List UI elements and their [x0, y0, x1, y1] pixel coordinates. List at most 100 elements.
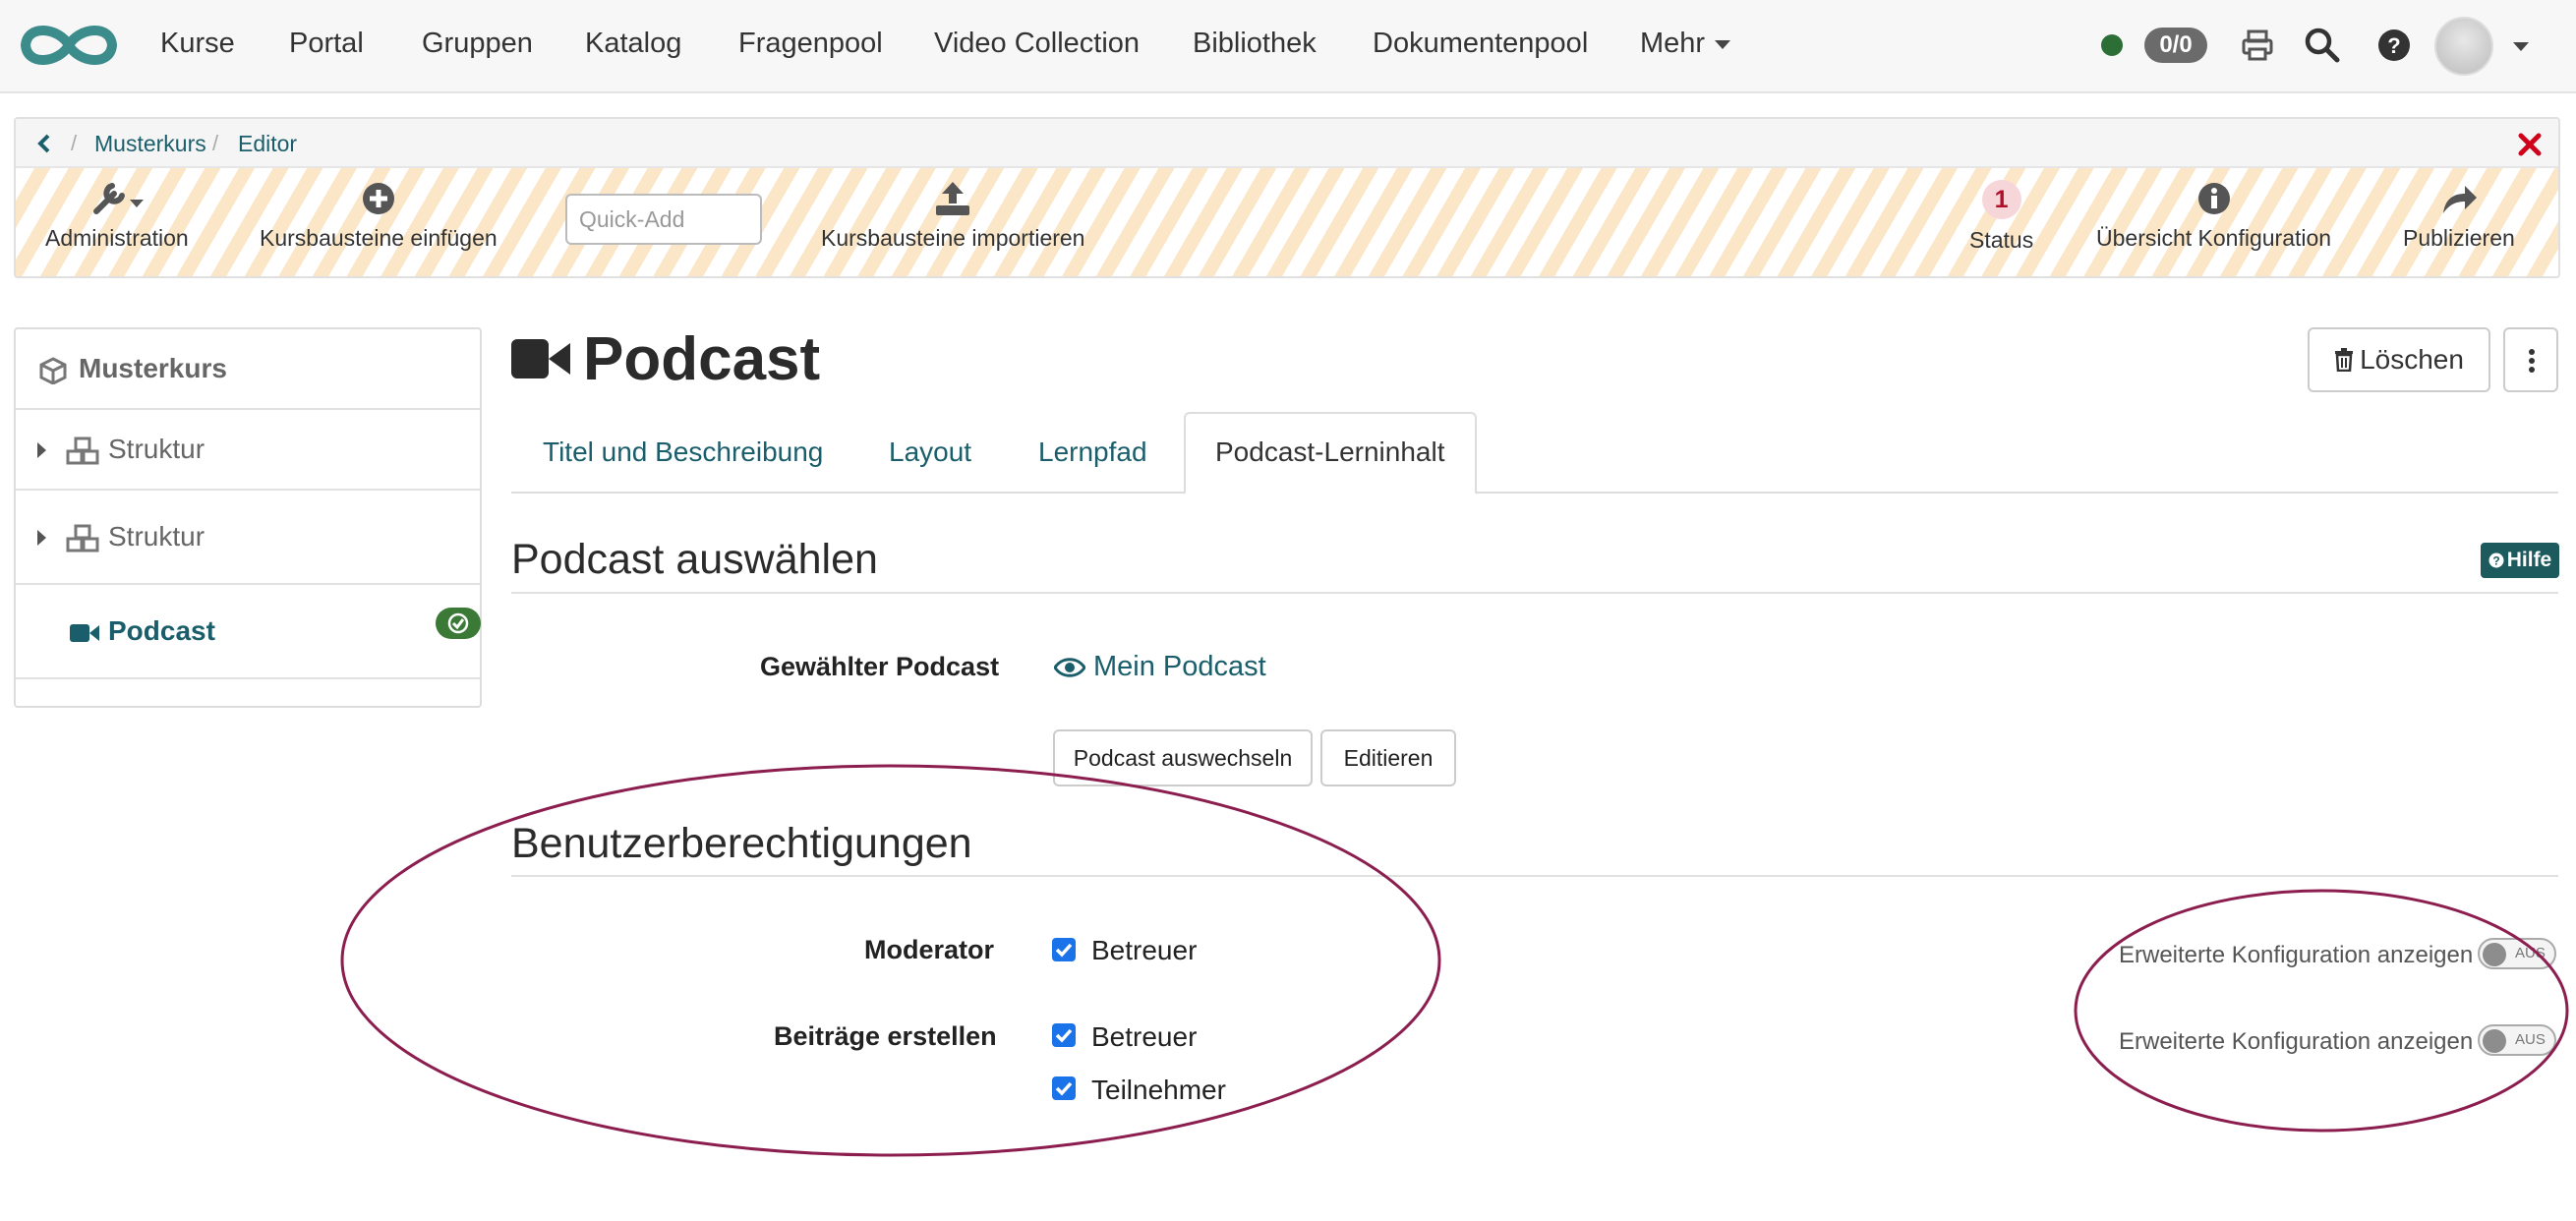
toggle-knob	[2483, 943, 2506, 966]
search-icon[interactable]	[2304, 26, 2341, 65]
toggle-knob	[2483, 1029, 2506, 1053]
status-button[interactable]: 1 Status	[1969, 180, 2033, 254]
insert-course-elements-label: Kursbausteine einfügen	[260, 225, 498, 251]
quick-add-input[interactable]	[565, 194, 762, 245]
chevron-left-icon[interactable]	[33, 133, 55, 154]
checkmark-icon	[1055, 1028, 1073, 1043]
edit-podcast-button[interactable]: Editieren	[1320, 729, 1456, 786]
import-course-elements-button[interactable]: Kursbausteine importieren	[821, 180, 1084, 252]
create-betreuer-label: Betreuer	[1091, 1021, 1198, 1052]
status-label: Status	[1969, 227, 2034, 253]
nav-item-dokumentenpool[interactable]: Dokumentenpool	[1373, 28, 1588, 60]
tab-title-description[interactable]: Titel und Beschreibung	[543, 436, 823, 468]
tab-podcast-content[interactable]: Podcast-Lerninhalt	[1215, 436, 1444, 468]
checkmark-icon	[1055, 1081, 1073, 1096]
cube-icon	[39, 357, 67, 384]
create-teilnehmer-checkbox[interactable]	[1052, 1076, 1076, 1100]
video-camera-icon	[70, 624, 99, 642]
nav-item-gruppen[interactable]: Gruppen	[422, 28, 533, 60]
nav-item-katalog[interactable]: Katalog	[585, 28, 681, 60]
chevron-down-icon	[1715, 39, 1731, 49]
tree-item-struktur[interactable]: Struktur	[16, 491, 480, 585]
status-count-badge: 1	[1981, 180, 2021, 219]
publish-button[interactable]: Publizieren	[2403, 180, 2515, 252]
tree-item-podcast[interactable]: Podcast	[16, 585, 480, 679]
moderator-label: Moderator	[864, 935, 995, 964]
selected-podcast-label: Gewählter Podcast	[760, 652, 1000, 681]
delete-button[interactable]: Löschen	[2308, 327, 2490, 392]
online-status-icon[interactable]	[2101, 34, 2123, 56]
breadcrumb-separator: /	[212, 131, 219, 155]
nav-item-bibliothek[interactable]: Bibliothek	[1193, 28, 1317, 60]
nav-item-mehr-label: Mehr	[1640, 28, 1706, 59]
insert-course-elements-button[interactable]: Kursbausteine einfügen	[260, 180, 498, 252]
chevron-right-icon[interactable]	[37, 442, 46, 458]
share-arrow-icon	[2442, 186, 2477, 213]
course-editor-bar: / Musterkurs / Editor Administration Kur…	[14, 117, 2560, 278]
nav-item-fragenpool[interactable]: Fragenpool	[738, 28, 883, 60]
close-icon[interactable]	[2517, 132, 2543, 157]
advanced-config-label: Erweiterte Konfiguration anzeigen	[2119, 942, 2474, 968]
chevron-down-icon[interactable]	[2513, 42, 2529, 51]
administration-label: Administration	[45, 225, 189, 251]
upload-icon	[936, 182, 970, 215]
administration-button[interactable]: Administration	[45, 180, 189, 252]
svg-text:?: ?	[2492, 554, 2499, 568]
cubes-icon	[66, 436, 99, 465]
delete-label: Löschen	[2360, 344, 2464, 375]
breadcrumb-editor[interactable]: Editor	[238, 131, 297, 157]
tree-root-musterkurs[interactable]: Musterkurs	[16, 329, 480, 410]
advanced-config-label: Erweiterte Konfiguration anzeigen	[2119, 1028, 2474, 1055]
help-icon: ?	[2488, 552, 2504, 568]
tree-item-label: Struktur	[108, 434, 205, 464]
tabs-divider	[511, 492, 2558, 494]
course-tree: Musterkurs Struktur Struktur Podcast	[14, 327, 482, 708]
change-podcast-button[interactable]: Podcast auswechseln	[1053, 729, 1313, 786]
moderator-betreuer-checkbox[interactable]	[1052, 938, 1076, 961]
nav-item-portal[interactable]: Portal	[289, 28, 364, 60]
counter-badge[interactable]: 0/0	[2144, 28, 2207, 63]
tree-item-label: Podcast	[108, 615, 215, 646]
tree-item-label: Struktur	[108, 521, 205, 552]
tab-layout[interactable]: Layout	[889, 436, 971, 468]
create-posts-label: Beiträge erstellen	[774, 1021, 997, 1051]
openolat-logo[interactable]	[16, 18, 122, 73]
create-betreuer-checkbox[interactable]	[1052, 1023, 1076, 1047]
avatar[interactable]	[2434, 17, 2493, 76]
help-icon[interactable]: ?	[2375, 26, 2413, 65]
chevron-right-icon[interactable]	[37, 530, 46, 546]
print-icon[interactable]	[2239, 26, 2276, 65]
svg-text:?: ?	[2387, 33, 2400, 58]
help-label: Hilfe	[2506, 549, 2552, 571]
toggle-state-label: AUS	[2515, 945, 2546, 961]
advanced-config-toggle-moderator[interactable]: AUS	[2478, 938, 2556, 969]
help-button[interactable]: ? Hilfe	[2481, 543, 2559, 578]
course-name: Musterkurs	[79, 353, 227, 383]
nav-item-video-collection[interactable]: Video Collection	[934, 28, 1140, 60]
nav-item-kurse[interactable]: Kurse	[160, 28, 235, 60]
section-title-permissions: Benutzerberechtigungen	[511, 820, 972, 867]
info-icon	[2197, 183, 2230, 214]
more-options-button[interactable]	[2503, 327, 2558, 392]
moderator-betreuer-label: Betreuer	[1091, 935, 1198, 965]
trash-icon	[2335, 348, 2354, 372]
nav-item-mehr[interactable]: Mehr	[1640, 28, 1731, 60]
cubes-icon	[66, 524, 99, 552]
toggle-state-label: AUS	[2515, 1031, 2546, 1048]
overview-configuration-button[interactable]: Übersicht Konfiguration	[2096, 180, 2331, 252]
eye-icon	[1054, 658, 1085, 677]
selected-podcast-link[interactable]: Mein Podcast	[1093, 651, 1266, 683]
section-divider	[511, 592, 2558, 594]
checkmark-icon	[1055, 943, 1073, 958]
video-camera-icon	[511, 339, 570, 378]
breadcrumb-musterkurs[interactable]: Musterkurs	[94, 131, 206, 157]
import-course-elements-label: Kursbausteine importieren	[821, 225, 1085, 251]
overview-configuration-label: Übersicht Konfiguration	[2096, 225, 2332, 251]
wrench-icon	[92, 183, 144, 214]
tree-item-struktur[interactable]: Struktur	[16, 410, 480, 491]
breadcrumb: / Musterkurs / Editor	[16, 119, 2558, 168]
check-circle-icon	[436, 608, 481, 639]
tab-learning-path[interactable]: Lernpfad	[1038, 436, 1147, 468]
advanced-config-toggle-create[interactable]: AUS	[2478, 1024, 2556, 1056]
vertical-ellipsis-icon	[2529, 349, 2535, 373]
